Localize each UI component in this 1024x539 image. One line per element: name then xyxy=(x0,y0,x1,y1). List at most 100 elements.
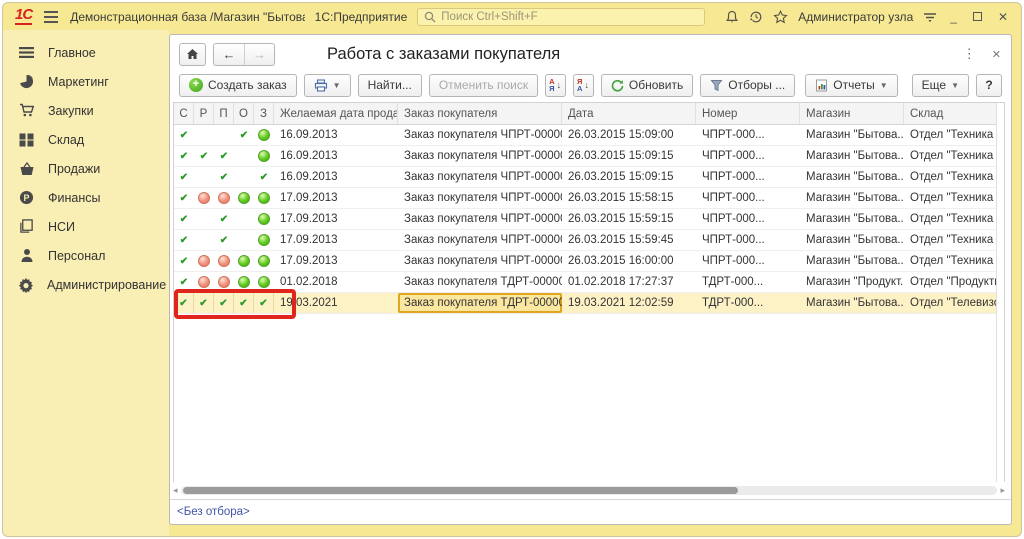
status-cell[interactable] xyxy=(194,251,214,271)
sync-status-icon[interactable] xyxy=(923,10,937,23)
order-cell[interactable]: Заказ покупателя ТДРТ-000001... xyxy=(398,293,562,313)
status-cell[interactable] xyxy=(214,251,234,271)
scroll-right-icon[interactable]: ▸ xyxy=(1000,486,1005,495)
column-header[interactable]: Склад xyxy=(904,103,996,124)
column-header[interactable]: Магазин xyxy=(800,103,904,124)
warehouse-cell[interactable]: Отдел "Техника д xyxy=(904,146,996,166)
sidebar-item-personal[interactable]: Персонал xyxy=(3,241,169,270)
wish-date-cell[interactable]: 17.09.2013 xyxy=(274,251,398,271)
table-row[interactable]: ✔✔17.09.2013Заказ покупателя ЧПРТ-00000.… xyxy=(174,209,1004,230)
warehouse-cell[interactable]: Отдел "Техника д xyxy=(904,125,996,145)
sort-ascending-button[interactable]: АЯ ↓ xyxy=(545,74,566,97)
status-cell[interactable]: ✔ xyxy=(254,293,274,313)
column-header[interactable]: З xyxy=(254,103,274,124)
number-cell[interactable]: ЧПРТ-000... xyxy=(696,188,800,208)
number-cell[interactable]: ТДРТ-000... xyxy=(696,272,800,292)
home-button[interactable] xyxy=(179,43,206,66)
status-cell[interactable]: ✔ xyxy=(214,146,234,166)
sidebar-item-finansy[interactable]: РФинансы xyxy=(3,183,169,212)
status-cell[interactable] xyxy=(194,188,214,208)
favorites-star-icon[interactable] xyxy=(773,10,788,24)
table-row[interactable]: ✔01.02.2018Заказ покупателя ТДРТ-000001.… xyxy=(174,272,1004,293)
date-cell[interactable]: 19.03.2021 12:02:59 xyxy=(562,293,696,313)
column-header[interactable]: П xyxy=(214,103,234,124)
status-cell[interactable] xyxy=(214,125,234,145)
status-cell[interactable] xyxy=(254,209,274,229)
status-cell[interactable]: ✔ xyxy=(174,125,194,145)
column-header[interactable]: С xyxy=(174,103,194,124)
status-cell[interactable] xyxy=(194,125,214,145)
column-header[interactable]: Номер xyxy=(696,103,800,124)
status-cell[interactable] xyxy=(234,146,254,166)
date-cell[interactable]: 26.03.2015 15:09:15 xyxy=(562,167,696,187)
sidebar-item-administrirovanie[interactable]: Администрирование xyxy=(3,270,169,299)
status-cell[interactable]: ✔ xyxy=(174,272,194,292)
global-search-input[interactable]: Поиск Ctrl+Shift+F xyxy=(417,8,705,26)
refresh-button[interactable]: Обновить xyxy=(601,74,693,97)
date-cell[interactable]: 26.03.2015 15:09:00 xyxy=(562,125,696,145)
status-cell[interactable] xyxy=(254,188,274,208)
sidebar-item-prodazhi[interactable]: Продажи xyxy=(3,154,169,183)
column-header[interactable]: Заказ покупателя xyxy=(398,103,562,124)
status-cell[interactable]: ✔ xyxy=(174,146,194,166)
number-cell[interactable]: ЧПРТ-000... xyxy=(696,209,800,229)
number-cell[interactable]: ЧПРТ-000... xyxy=(696,146,800,166)
back-button[interactable]: ← xyxy=(214,44,244,65)
panel-menu-kebab-icon[interactable]: ⋮ xyxy=(963,46,976,62)
wish-date-cell[interactable]: 16.09.2013 xyxy=(274,125,398,145)
column-header[interactable]: О xyxy=(234,103,254,124)
number-cell[interactable]: ЧПРТ-000... xyxy=(696,251,800,271)
order-cell[interactable]: Заказ покупателя ЧПРТ-00000... xyxy=(398,188,562,208)
find-button[interactable]: Найти... xyxy=(358,74,422,97)
status-cell[interactable] xyxy=(254,125,274,145)
main-menu-icon[interactable] xyxy=(42,9,60,25)
shop-cell[interactable]: Магазин "Бытова... xyxy=(800,293,904,313)
notifications-bell-icon[interactable] xyxy=(725,10,739,24)
filters-button[interactable]: Отборы ... xyxy=(700,74,795,97)
warehouse-cell[interactable]: Отдел "Техника д xyxy=(904,188,996,208)
shop-cell[interactable]: Магазин "Бытова... xyxy=(800,125,904,145)
print-button[interactable]: ▼ xyxy=(304,74,351,97)
warehouse-cell[interactable]: Отдел "Техника д xyxy=(904,209,996,229)
warehouse-cell[interactable]: Отдел "Техника д xyxy=(904,230,996,250)
sidebar-item-glavnoe[interactable]: Главное xyxy=(3,38,169,67)
order-cell[interactable]: Заказ покупателя ЧПРТ-00000... xyxy=(398,146,562,166)
wish-date-cell[interactable]: 17.09.2013 xyxy=(274,209,398,229)
sidebar-item-nsi[interactable]: НСИ xyxy=(3,212,169,241)
sidebar-item-sklad[interactable]: Склад xyxy=(3,125,169,154)
cancel-search-button[interactable]: Отменить поиск xyxy=(429,74,538,97)
column-header[interactable]: Желаемая дата продажи xyxy=(274,103,398,124)
shop-cell[interactable]: Магазин "Бытова... xyxy=(800,209,904,229)
current-user-label[interactable]: Администратор узла xyxy=(798,10,913,24)
status-cell[interactable]: ✔ xyxy=(194,293,214,313)
forward-button[interactable]: → xyxy=(244,44,274,65)
wish-date-cell[interactable]: 17.09.2013 xyxy=(274,230,398,250)
number-cell[interactable]: ЧПРТ-000... xyxy=(696,125,800,145)
date-cell[interactable]: 01.02.2018 17:27:37 xyxy=(562,272,696,292)
table-row[interactable]: ✔✔17.09.2013Заказ покупателя ЧПРТ-00000.… xyxy=(174,230,1004,251)
warehouse-cell[interactable]: Отдел "Телевизо xyxy=(904,293,996,313)
reports-button[interactable]: Отчеты ▼ xyxy=(805,74,897,97)
date-cell[interactable]: 26.03.2015 15:09:15 xyxy=(562,146,696,166)
warehouse-cell[interactable]: Отдел "Техника д xyxy=(904,167,996,187)
status-cell[interactable] xyxy=(254,230,274,250)
status-cell[interactable]: ✔ xyxy=(174,230,194,250)
status-cell[interactable]: ✔ xyxy=(174,251,194,271)
close-window-button[interactable]: ✕ xyxy=(995,10,1011,24)
wish-date-cell[interactable]: 16.09.2013 xyxy=(274,146,398,166)
scroll-left-icon[interactable]: ◂ xyxy=(173,486,178,495)
order-cell[interactable]: Заказ покупателя ЧПРТ-00000... xyxy=(398,125,562,145)
status-cell[interactable]: ✔ xyxy=(174,167,194,187)
sort-descending-button[interactable]: ЯА ↓ xyxy=(573,74,594,97)
table-row[interactable]: ✔17.09.2013Заказ покупателя ЧПРТ-00000..… xyxy=(174,251,1004,272)
order-cell[interactable]: Заказ покупателя ЧПРТ-00000... xyxy=(398,209,562,229)
date-cell[interactable]: 26.03.2015 15:58:15 xyxy=(562,188,696,208)
date-cell[interactable]: 26.03.2015 15:59:15 xyxy=(562,209,696,229)
status-cell[interactable] xyxy=(214,272,234,292)
date-cell[interactable]: 26.03.2015 16:00:00 xyxy=(562,251,696,271)
shop-cell[interactable]: Магазин "Бытова... xyxy=(800,167,904,187)
sidebar-item-zakupki[interactable]: Закупки xyxy=(3,96,169,125)
status-cell[interactable]: ✔ xyxy=(214,209,234,229)
more-button[interactable]: Еще ▼ xyxy=(912,74,969,97)
table-row[interactable]: ✔✔✔✔✔19.03.2021Заказ покупателя ТДРТ-000… xyxy=(174,293,1004,314)
